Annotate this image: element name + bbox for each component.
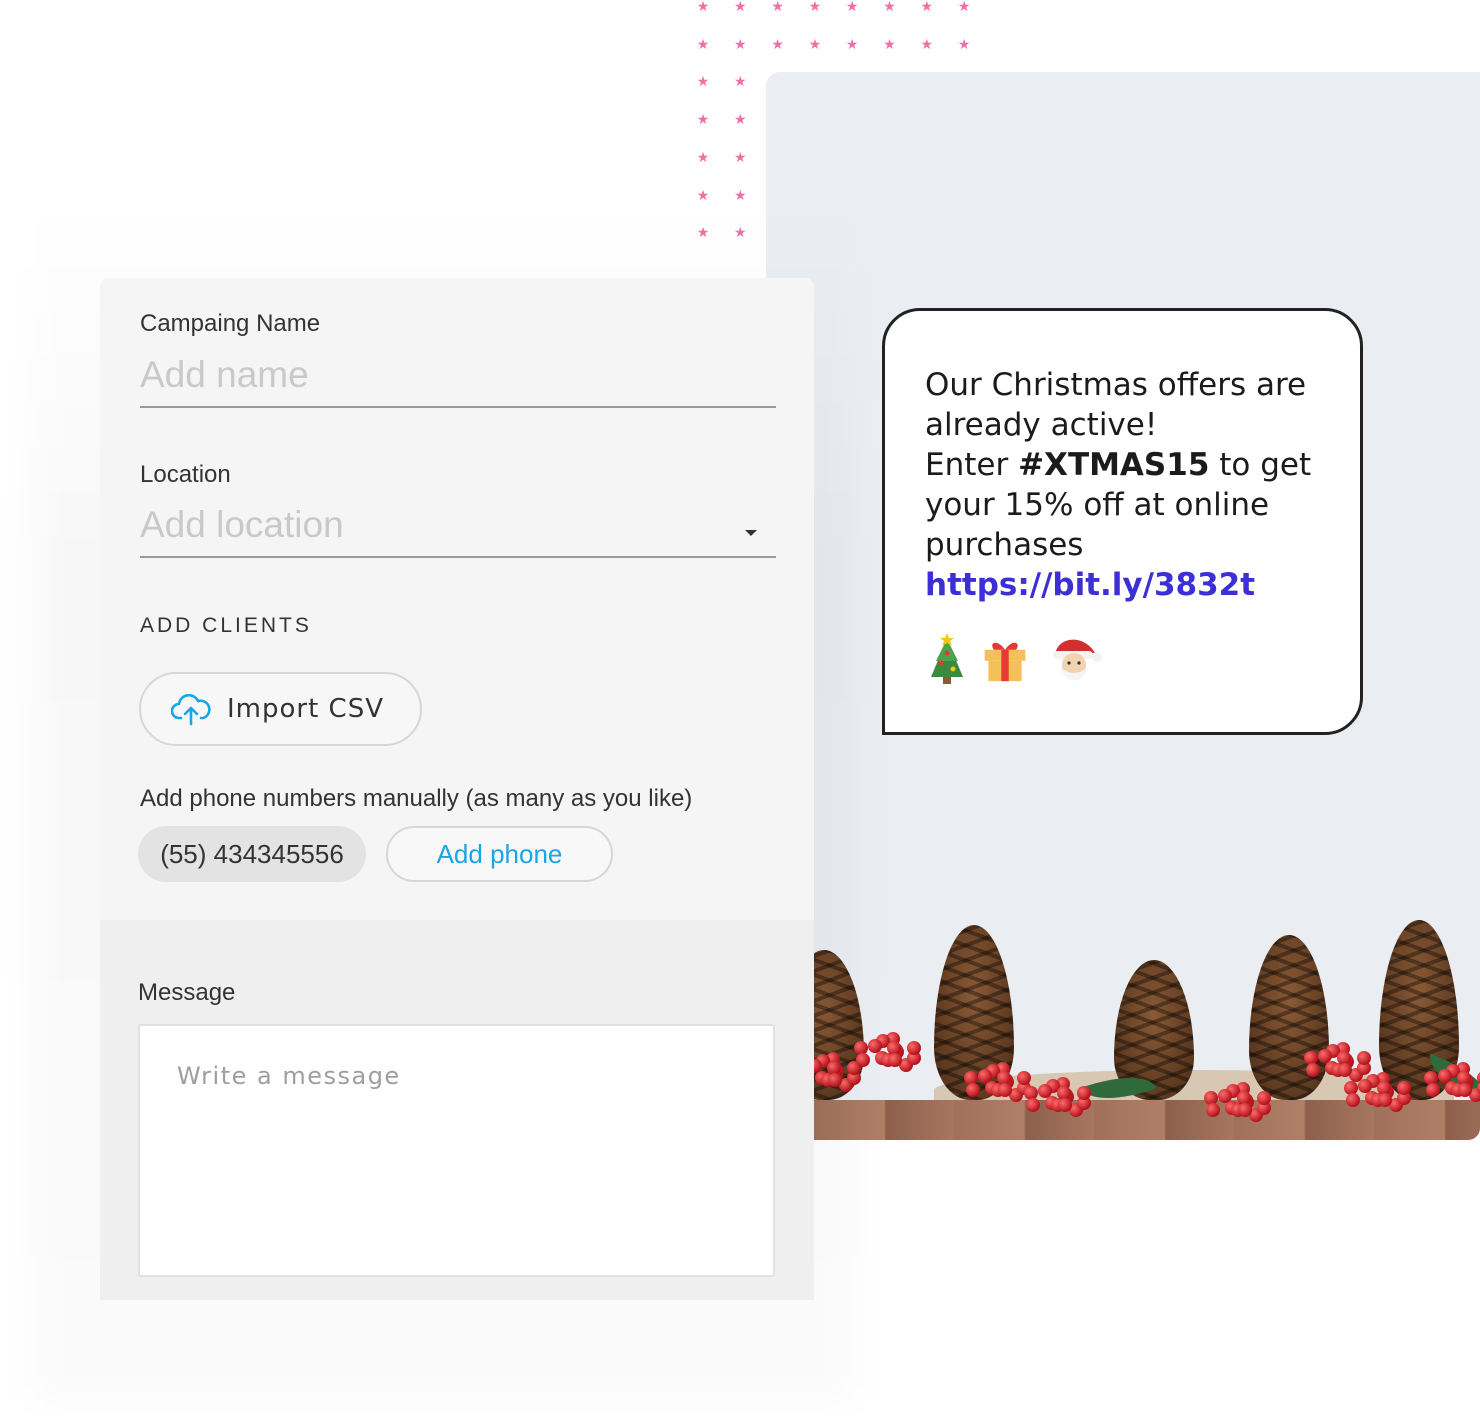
location-select[interactable]: Add location — [140, 504, 344, 546]
chevron-down-icon[interactable] — [745, 530, 757, 536]
star-icon: ★ — [696, 74, 710, 91]
christmas-tree-icon — [931, 633, 963, 684]
message-preview-bubble: Our Christmas offers are already active!… — [882, 308, 1363, 735]
star-icon: ★ — [808, 0, 822, 15]
campaign-name-label: Campaing Name — [140, 310, 321, 337]
santa-icon — [1053, 639, 1102, 681]
import-csv-button[interactable]: Import CSV — [139, 672, 422, 746]
berry-decoration — [997, 1083, 1012, 1098]
berry-decoration — [1237, 1103, 1252, 1118]
message-textarea[interactable]: Write a message — [138, 1024, 775, 1277]
campaign-name-underline — [140, 406, 776, 408]
berry-decoration — [1337, 1063, 1352, 1078]
christmas-decoration-image — [814, 915, 1480, 1140]
preview-line-3: Enter #XTMAS15 to get — [925, 447, 1311, 483]
star-icon: ★ — [696, 0, 710, 15]
message-placeholder: Write a message — [177, 1062, 401, 1090]
phone-chip[interactable]: (55) 434345556 — [138, 826, 366, 882]
star-icon: ★ — [920, 36, 934, 53]
phones-hint: Add phone numbers manually (as many as y… — [140, 785, 693, 812]
preview-line-5: purchases — [925, 527, 1084, 563]
star-icon: ★ — [920, 0, 934, 15]
cloud-upload-icon — [171, 694, 211, 726]
preview-line-3-prefix: Enter — [925, 447, 1019, 483]
location-label: Location — [140, 461, 231, 488]
star-icon: ★ — [845, 0, 859, 15]
preview-line-2: already active! — [925, 407, 1158, 443]
star-icon: ★ — [734, 112, 747, 129]
preview-line-1: Our Christmas offers are — [925, 367, 1307, 403]
star-icon: ★ — [696, 36, 710, 53]
star-icon: ★ — [957, 36, 971, 53]
star-icon: ★ — [734, 0, 747, 15]
message-label: Message — [138, 979, 236, 1006]
star-icon: ★ — [734, 36, 747, 53]
berry-decoration — [1377, 1093, 1392, 1108]
berry-decoration — [887, 1053, 902, 1068]
star-icon: ★ — [845, 36, 859, 53]
star-icon: ★ — [883, 0, 896, 15]
star-icon: ★ — [771, 36, 784, 53]
preview-line-4: your 15% off at online — [925, 487, 1270, 523]
star-icon: ★ — [957, 0, 971, 15]
add-phone-button[interactable]: Add phone — [386, 826, 613, 882]
promo-code: #XTMAS15 — [1018, 447, 1210, 483]
location-underline — [140, 556, 776, 558]
star-icon: ★ — [734, 149, 747, 166]
add-clients-title: ADD CLIENTS — [140, 614, 312, 637]
star-icon: ★ — [883, 36, 896, 53]
campaign-name-input[interactable]: Add name — [140, 354, 309, 396]
star-icon: ★ — [771, 0, 784, 15]
star-icon: ★ — [696, 149, 710, 166]
preview-line-3-suffix: to get — [1209, 447, 1312, 483]
star-icon: ★ — [734, 74, 747, 91]
star-icon: ★ — [696, 112, 710, 129]
import-csv-label: Import CSV — [227, 694, 384, 724]
gift-icon — [984, 642, 1026, 682]
berry-decoration — [1457, 1083, 1472, 1098]
berry-decoration — [1057, 1098, 1072, 1113]
star-icon: ★ — [808, 36, 822, 53]
preview-link[interactable]: https://bit.ly/3832t — [925, 567, 1255, 603]
